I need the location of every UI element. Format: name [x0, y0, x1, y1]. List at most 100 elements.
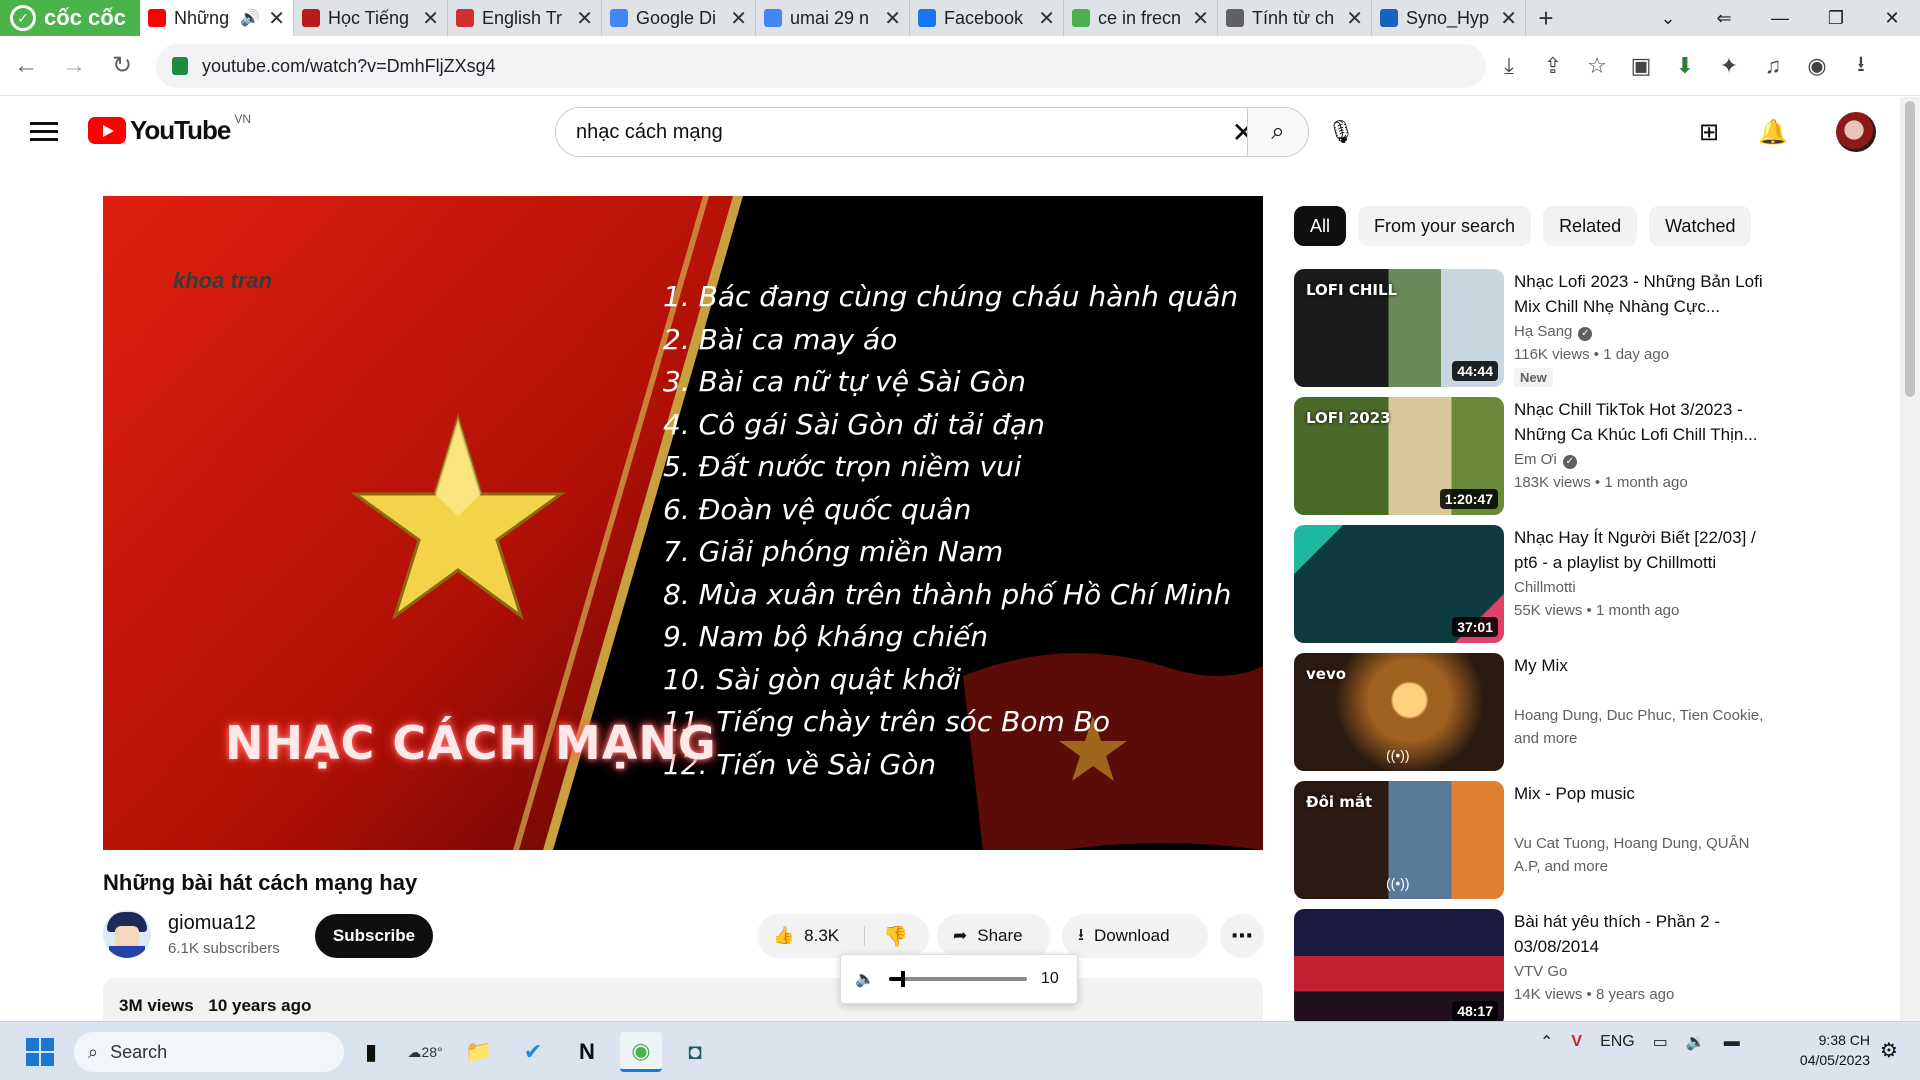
recommendation-title[interactable]: Nhạc Chill TikTok Hot 3/2023 - Những Ca …: [1514, 397, 1770, 447]
coccoc-menu-button[interactable]: ✓ cốc cốc: [0, 0, 140, 36]
media-control-icon[interactable]: ♫: [1754, 44, 1792, 88]
tab-audio-icon[interactable]: 🔊: [240, 8, 260, 28]
notion-icon[interactable]: N: [566, 1032, 608, 1072]
youtube-logo[interactable]: YouTube VN: [88, 112, 251, 146]
downloads-icon[interactable]: ⭳: [1842, 44, 1880, 88]
battery-icon[interactable]: ▬: [1724, 1033, 1740, 1051]
close-tab-icon[interactable]: ✕: [884, 6, 901, 31]
page-scrollbar[interactable]: [1900, 97, 1920, 1021]
task-view-icon[interactable]: ▮: [350, 1032, 392, 1072]
recommendation-title[interactable]: Nhạc Lofi 2023 - Những Bản Lofi Mix Chil…: [1514, 269, 1770, 319]
channel-name[interactable]: giomua12: [168, 912, 256, 935]
recommendation-title[interactable]: My Mix: [1514, 653, 1770, 678]
recommendation-title[interactable]: Mix - Pop music: [1514, 781, 1770, 806]
filter-chip[interactable]: All: [1294, 206, 1347, 246]
notifications-bell-icon[interactable]: 🔔: [1752, 111, 1794, 153]
browser-tab[interactable]: Google Di ✕: [602, 0, 756, 36]
file-explorer-icon[interactable]: 📁: [458, 1032, 500, 1072]
install-app-icon[interactable]: ⤓: [1490, 44, 1528, 88]
voice-search-button[interactable]: 🎙: [1320, 111, 1362, 153]
savior-download-icon[interactable]: ⬇: [1666, 44, 1704, 88]
back-button[interactable]: ←: [4, 44, 48, 88]
url-field[interactable]: youtube.com/watch?v=DmhFljZXsg4: [156, 44, 1486, 88]
recommendation-item[interactable]: LOFI CHILL 44:44 Nhạc Lofi 2023 - Những Bả…: [1294, 269, 1794, 387]
volume-icon[interactable]: 🔉: [1686, 1032, 1706, 1052]
account-avatar[interactable]: [1836, 112, 1876, 152]
filter-chip[interactable]: Related: [1543, 206, 1638, 246]
video-thumbnail[interactable]: 48:17: [1294, 909, 1504, 1027]
chevron-up-icon[interactable]: ⌃: [1540, 1032, 1553, 1052]
back-arrow-icon[interactable]: ⇐: [1696, 0, 1752, 36]
volume-slider[interactable]: [888, 971, 1027, 987]
system-clock[interactable]: 9:38 CH 04/05/2023: [1770, 1030, 1870, 1070]
video-thumbnail[interactable]: 37:01: [1294, 525, 1504, 643]
video-thumbnail[interactable]: vevo ((•)): [1294, 653, 1504, 771]
recommendation-title[interactable]: Nhạc Hay Ít Người Biết [22/03] / pt6 - a…: [1514, 525, 1770, 575]
close-tab-icon[interactable]: ✕: [1192, 6, 1209, 31]
tab-search-icon[interactable]: ⌄: [1640, 0, 1696, 36]
forward-button[interactable]: →: [52, 44, 96, 88]
extension-badge-icon[interactable]: ▣: [1622, 44, 1660, 88]
app-icon[interactable]: ◘: [674, 1032, 716, 1072]
browser-tab[interactable]: Học Tiếng ✕: [294, 0, 448, 36]
profile-icon[interactable]: ◉: [1798, 44, 1836, 88]
description-box[interactable]: 3M views 10 years ago: [103, 978, 1263, 1022]
coccoc-taskbar-icon[interactable]: ◉: [620, 1032, 662, 1072]
video-thumbnail[interactable]: Đôi mắt ((•)): [1294, 781, 1504, 899]
search-button[interactable]: ⌕: [1247, 107, 1309, 157]
start-button[interactable]: [26, 1038, 54, 1066]
close-tab-icon[interactable]: ✕: [422, 6, 439, 31]
recommendation-item[interactable]: 37:01 Nhạc Hay Ít Người Biết [22/03] / pt…: [1294, 525, 1794, 643]
channel-avatar[interactable]: [103, 910, 151, 958]
recommendation-item[interactable]: LOFI 2023 1:20:47 Nhạc Chill TikTok Hot 3/…: [1294, 397, 1794, 515]
language-indicator[interactable]: ENG: [1600, 1033, 1635, 1051]
search-input[interactable]: nhạc cách mạng ✕: [555, 107, 1268, 157]
new-tab-button[interactable]: +: [1526, 0, 1566, 36]
bookmark-star-icon[interactable]: ☆: [1578, 44, 1616, 88]
close-tab-icon[interactable]: ✕: [1038, 6, 1055, 31]
video-thumbnail[interactable]: LOFI CHILL 44:44: [1294, 269, 1504, 387]
close-window-button[interactable]: ✕: [1864, 0, 1920, 36]
restore-button[interactable]: ❐: [1808, 0, 1864, 36]
reload-button[interactable]: ↻: [100, 44, 144, 88]
extensions-puzzle-icon[interactable]: ✦: [1710, 44, 1748, 88]
create-video-icon[interactable]: ⊞: [1688, 111, 1730, 153]
filter-chip[interactable]: From your search: [1358, 206, 1532, 246]
browser-tab[interactable]: umai 29 n ✕: [756, 0, 910, 36]
minimize-button[interactable]: —: [1752, 0, 1808, 36]
close-tab-icon[interactable]: ✕: [1500, 6, 1517, 31]
close-tab-icon[interactable]: ✕: [730, 6, 747, 31]
browser-tab[interactable]: Facebook ✕: [910, 0, 1064, 36]
more-actions-button[interactable]: ⋯: [1220, 914, 1264, 958]
recommendation-item[interactable]: 48:17 Bài hát yêu thích - Phần 2 - 03/08/…: [1294, 909, 1794, 1027]
taskbar-search[interactable]: ⌕ Search: [74, 1032, 344, 1072]
menu-hamburger-icon[interactable]: [30, 117, 58, 146]
speaker-icon[interactable]: 🔈: [855, 969, 875, 989]
scrollbar-thumb[interactable]: [1905, 101, 1915, 397]
weather-widget[interactable]: ☁ 28°: [404, 1032, 446, 1072]
recommendation-item[interactable]: vevo ((•)) My Mix Hoang Dung, Duc Phuc, Tie…: [1294, 653, 1794, 771]
browser-tab[interactable]: Tính từ ch ✕: [1218, 0, 1372, 36]
subscribe-button[interactable]: Subscribe: [315, 914, 433, 958]
notification-icon[interactable]: ⚙: [1880, 1038, 1898, 1063]
todo-app-icon[interactable]: ✔: [512, 1032, 554, 1072]
vietkey-icon[interactable]: V: [1571, 1033, 1582, 1051]
browser-tab[interactable]: Syno_Hyp ✕: [1372, 0, 1526, 36]
download-button[interactable]: ⭳ Download: [1062, 914, 1208, 958]
filter-chip[interactable]: Watched: [1649, 206, 1752, 246]
browser-tab[interactable]: Những 🔊 ✕: [140, 0, 294, 36]
network-icon[interactable]: ▭: [1653, 1032, 1668, 1052]
close-tab-icon[interactable]: ✕: [576, 6, 593, 31]
close-tab-icon[interactable]: ✕: [268, 6, 285, 31]
video-thumbnail[interactable]: LOFI 2023 1:20:47: [1294, 397, 1504, 515]
share-page-icon[interactable]: ⇪: [1534, 44, 1572, 88]
dislike-button[interactable]: 👎: [865, 924, 908, 949]
browser-tab[interactable]: English Tr ✕: [448, 0, 602, 36]
browser-tab[interactable]: ce in frecn ✕: [1064, 0, 1218, 36]
video-player[interactable]: khoa tran 1. Bác đang cùng chúng cháu hà…: [103, 196, 1263, 850]
recommendation-title[interactable]: Bài hát yêu thích - Phần 2 - 03/08/2014: [1514, 909, 1770, 959]
share-button[interactable]: ➦ Share: [937, 914, 1051, 958]
close-tab-icon[interactable]: ✕: [1346, 6, 1363, 31]
recommendation-item[interactable]: Đôi mắt ((•)) Mix - Pop music Vu Cat Tuong,…: [1294, 781, 1794, 899]
like-button[interactable]: 👍 8.3K: [757, 926, 865, 946]
